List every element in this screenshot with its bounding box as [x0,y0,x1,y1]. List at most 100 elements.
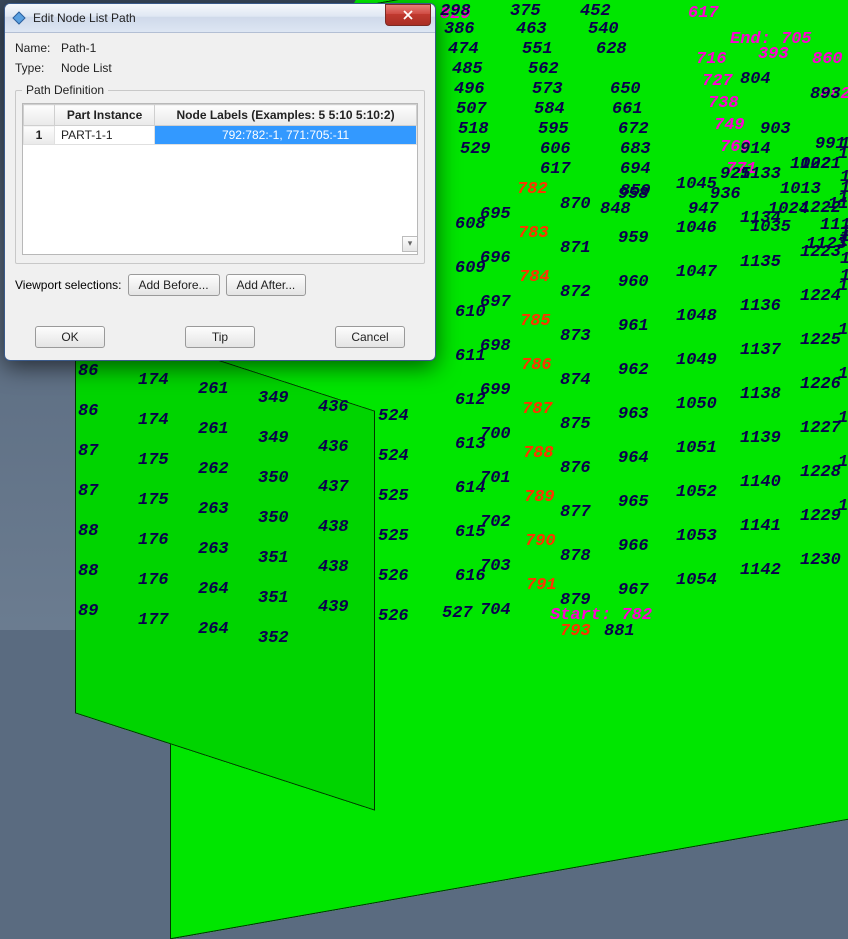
titlebar[interactable]: Edit Node List Path [5,4,435,33]
node-label: 573 [532,80,563,99]
type-value: Node List [61,61,112,75]
tip-button[interactable]: Tip [185,326,255,348]
node-label: 526 [378,607,409,626]
node-label: 962 [618,361,649,380]
row-index: 1 [24,126,55,145]
node-label: 1052 [676,483,717,502]
path-node-label: 784 [519,268,550,287]
node-label: 963 [618,405,649,424]
add-before-button[interactable]: Add Before... [128,274,220,296]
col-part-instance[interactable]: Part Instance [55,105,155,126]
node-label: 1050 [676,395,717,414]
node-label: 485 [452,60,483,79]
path-node-label: 788 [523,444,554,463]
close-button[interactable] [385,4,431,26]
node-label: 672 [618,120,649,139]
node-label: 1397 [840,135,848,154]
node-label: 1051 [676,439,717,458]
col-node-labels[interactable]: Node Labels (Examples: 5 5:10 5:10:2) [155,105,417,126]
node-label: 551 [522,40,553,59]
node-label: 87 [78,482,98,501]
path-node-label: 786 [521,356,552,375]
node-label: 1045 [676,175,717,194]
path-node-label: 789 [524,488,555,507]
node-label: 1134 [740,209,781,228]
node-label: 262 [198,460,229,479]
node-label: 965 [618,493,649,512]
node-label: 1315 [838,409,848,428]
node-label: 695 [480,205,511,224]
node-label: 386 [444,20,475,39]
cell-node-labels[interactable]: 792:782:-1, 771:705:-11 [155,126,417,145]
node-label: 1054 [676,571,717,590]
node-label: 87 [78,442,98,461]
table-scrollbar[interactable]: ▾ [402,124,416,252]
node-label: 696 [480,249,511,268]
node-label: 1317 [838,497,848,516]
node-label: 439 [318,598,349,617]
node-label: 350 [258,469,289,488]
node-label: 1142 [740,561,781,580]
scroll-down-icon[interactable]: ▾ [402,236,418,252]
node-label: 703 [480,557,511,576]
node-label: 1138 [740,385,781,404]
table-row[interactable]: 1 PART-1-1 792:782:-1, 771:705:-11 [24,126,417,145]
dialog-body: Name: Path-1 Type: Node List Path Defini… [5,33,435,316]
node-label: 88 [78,522,98,541]
highlight-node-label: 393 [758,45,789,64]
node-label: 1140 [740,473,781,492]
node-label: 174 [138,371,169,390]
node-label: 961 [618,317,649,336]
node-label: 1139 [740,429,781,448]
node-label: 878 [560,547,591,566]
node-label: 174 [138,411,169,430]
node-label: 1230 [800,551,841,570]
node-label: 700 [480,425,511,444]
node-label: 436 [318,438,349,457]
path-definition-group: Path Definition Part Instance Node Label… [15,83,425,264]
node-label: 1226 [800,375,841,394]
node-label: 1225 [800,331,841,350]
node-label: 264 [198,580,229,599]
cell-part-instance[interactable]: PART-1-1 [55,126,155,145]
node-label: 699 [480,381,511,400]
node-label: 628 [596,40,627,59]
node-label: 1013 [780,180,821,199]
name-label: Name: [15,41,61,55]
node-label: 595 [538,120,569,139]
node-label: 525 [378,527,409,546]
node-label: 697 [480,293,511,312]
node-label: 959 [618,229,649,248]
node-label: 876 [560,459,591,478]
node-label: 518 [458,120,489,139]
node-label: 875 [560,415,591,434]
node-label: 529 [460,140,491,159]
path-table[interactable]: Part Instance Node Labels (Examples: 5 5… [22,103,418,255]
node-label: 584 [534,100,565,119]
node-label: 893 [810,85,841,104]
path-node-label: 793 [560,622,591,641]
ok-button[interactable]: OK [35,326,105,348]
node-label: 873 [560,327,591,346]
cancel-button[interactable]: Cancel [335,326,405,348]
node-label: 1137 [740,341,781,360]
node-label: 524 [378,447,409,466]
node-label: 1222 [800,199,841,218]
node-label: 947 [688,200,719,219]
window-icon [11,10,27,26]
edit-node-list-path-dialog: Edit Node List Path Name: Path-1 Type: N… [4,3,436,361]
node-label: 86 [78,402,98,421]
add-after-button[interactable]: Add After... [226,274,307,296]
node-label: 870 [560,195,591,214]
node-label: 967 [618,581,649,600]
node-label: 1224 [800,287,841,306]
node-label: 881 [604,622,635,641]
node-label: 1053 [676,527,717,546]
highlight-node-label: 738 [708,94,739,113]
node-label: 526 [378,567,409,586]
node-label: 701 [480,469,511,488]
node-label: 89 [78,602,98,621]
highlight-node-label: 617 [688,4,719,23]
node-label: 525 [378,487,409,506]
node-label: 704 [480,601,511,620]
